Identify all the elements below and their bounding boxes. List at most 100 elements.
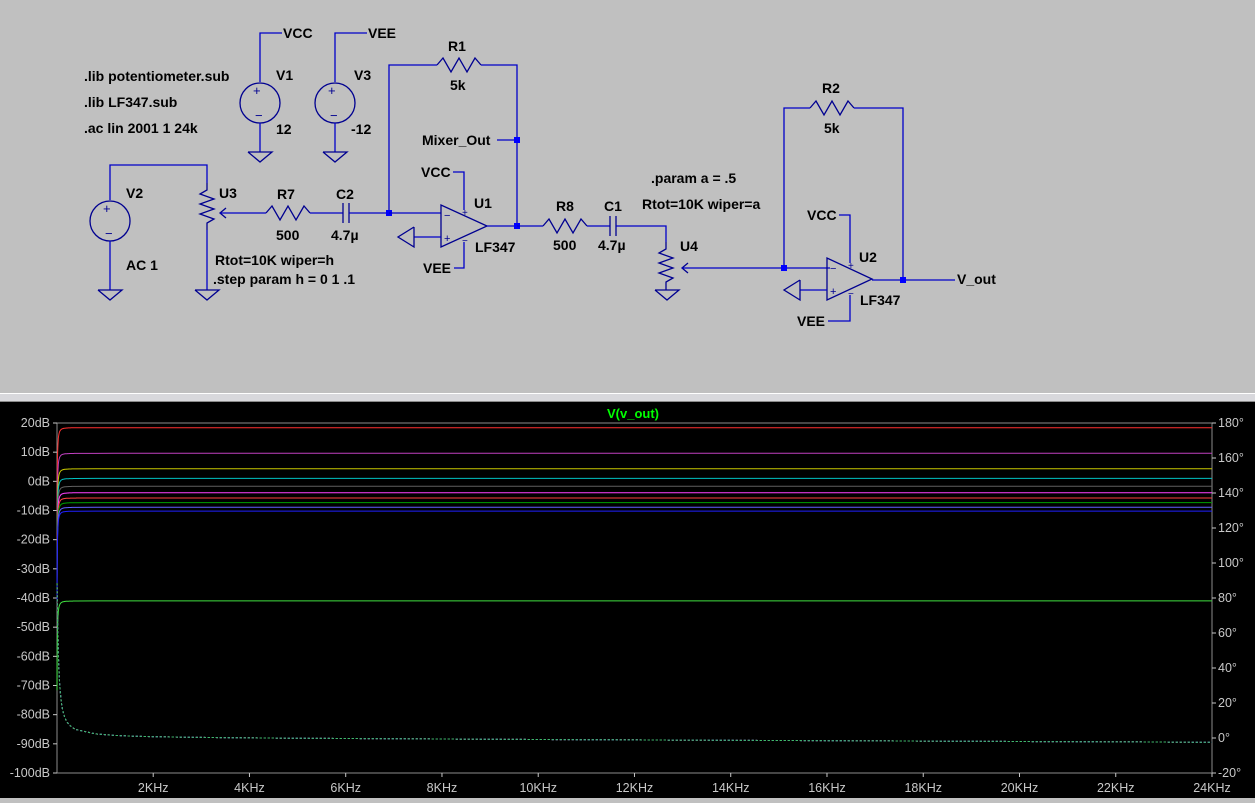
param-a-directive[interactable]: .param a = .5 <box>651 170 736 186</box>
plot-frame <box>56 422 1213 774</box>
u3-name: U3 <box>219 185 237 201</box>
x-tick-label: 18KHz <box>904 781 942 795</box>
pane-splitter[interactable] <box>0 393 1255 402</box>
step-directive[interactable]: .step param h = 0 1 .1 <box>213 271 355 287</box>
waveform-viewer[interactable]: V(v_out) 20dB 10dB 0dB -10dB -20dB -30dB -40dB… <box>0 402 1255 798</box>
magnitude-trace <box>56 600 1212 691</box>
r7-value: 500 <box>276 227 300 243</box>
y-tick-label: -40dB <box>17 591 50 605</box>
x-tick-label: 24KHz <box>1193 781 1231 795</box>
directive-ac[interactable]: .ac lin 2001 1 24k <box>84 120 198 136</box>
c2-name: C2 <box>336 186 354 202</box>
net-label-vee: VEE <box>368 25 396 41</box>
c1-value: 4.7µ <box>598 237 626 253</box>
x-tick-label: 16KHz <box>808 781 846 795</box>
net-mixer-out[interactable]: Mixer_Out <box>422 132 520 148</box>
y2-tick-label: -20° <box>1218 766 1241 780</box>
y2-tick-label: 20° <box>1218 696 1237 710</box>
r8-value: 500 <box>553 237 577 253</box>
plus-sign-icon: + <box>253 83 261 98</box>
magnitude-trace <box>56 510 1212 601</box>
voltage-source-v2[interactable]: + − V2 AC 1 <box>89 164 208 301</box>
y-tick-label: 0dB <box>28 474 50 488</box>
y2-tick-label: 120° <box>1218 521 1244 535</box>
plus-sign-icon: + <box>328 83 336 98</box>
r2-value: 5k <box>824 120 840 136</box>
phase-trace <box>56 583 1212 743</box>
u4-param[interactable]: Rtot=10K wiper=a <box>642 196 760 212</box>
directive-lib-potentiometer[interactable]: .lib potentiometer.sub <box>84 68 229 84</box>
svg-text:+: + <box>462 208 468 219</box>
v1-value: 12 <box>276 121 292 137</box>
x-tick-label: 14KHz <box>712 781 750 795</box>
u3-param[interactable]: Rtot=10K wiper=h <box>215 252 334 268</box>
phase-trace <box>56 583 1212 743</box>
resistor-r8[interactable]: R8 500 <box>517 198 610 253</box>
x-tick-label: 4KHz <box>234 781 265 795</box>
voltage-source-v3[interactable]: VEE + − V3 -12 <box>314 25 396 163</box>
directive-lib-lf347[interactable]: .lib LF347.sub <box>84 94 177 110</box>
magnitude-trace <box>56 506 1212 597</box>
y-tick-label: -60dB <box>17 649 50 663</box>
phase-trace <box>56 583 1212 743</box>
opamp-u1[interactable]: − + + − VCC VEE U1 LF347 <box>389 164 520 276</box>
v3-name: V3 <box>354 67 371 83</box>
v3-value: -12 <box>351 121 371 137</box>
schematic-canvas[interactable]: .lib potentiometer.sub .lib LF347.sub .a… <box>0 0 1255 393</box>
phase-trace <box>56 583 1212 743</box>
x-tick-label: 2KHz <box>138 781 169 795</box>
u1-vcc: VCC <box>421 164 451 180</box>
u2-vcc: VCC <box>807 207 837 223</box>
magnitude-trace <box>56 492 1212 583</box>
junction-dot <box>781 265 787 271</box>
u2-name: U2 <box>859 249 877 265</box>
x-tick-label: 22KHz <box>1097 781 1135 795</box>
capacitor-c2[interactable]: C2 4.7µ <box>331 186 389 243</box>
phase-trace <box>56 583 1212 743</box>
y2-tick-label: 40° <box>1218 661 1237 675</box>
svg-text:+: + <box>848 261 854 272</box>
v1-name: V1 <box>276 67 293 83</box>
plot-canvas[interactable]: V(v_out) 20dB 10dB 0dB -10dB -20dB -30dB -40dB… <box>0 402 1255 798</box>
y-tick-label: -10dB <box>17 504 50 518</box>
magnitude-trace <box>56 468 1212 559</box>
plus-sign-icon: + <box>103 201 111 216</box>
trace-label[interactable]: V(v_out) <box>607 406 659 421</box>
y-tick-label: -50dB <box>17 620 50 634</box>
magnitude-trace <box>56 485 1212 576</box>
y2-tick-label: 0° <box>1218 731 1230 745</box>
x-tick-label: 20KHz <box>1001 781 1039 795</box>
svg-text:+: + <box>830 286 836 298</box>
r2-name: R2 <box>822 80 840 96</box>
voltage-source-v1[interactable]: VCC + − V1 12 <box>239 25 313 163</box>
y-tick-label: -20dB <box>17 533 50 547</box>
phase-trace <box>56 583 1212 743</box>
y-tick-label: 10dB <box>21 445 50 459</box>
minus-sign-icon: − <box>255 108 263 123</box>
u1-vee: VEE <box>423 260 451 276</box>
magnitude-trace <box>56 477 1212 568</box>
schematic-editor[interactable]: .lib potentiometer.sub .lib LF347.sub .a… <box>0 0 1255 393</box>
c2-value: 4.7µ <box>331 227 359 243</box>
resistor-r2[interactable]: R2 5k <box>783 80 904 280</box>
y2-tick-label: 80° <box>1218 591 1237 605</box>
x-tick-label: 8KHz <box>427 781 458 795</box>
y2-tick-label: 160° <box>1218 451 1244 465</box>
y-tick-label: -70dB <box>17 679 50 693</box>
r8-name: R8 <box>556 198 574 214</box>
junction-dot <box>514 137 520 143</box>
v-out-label[interactable]: V_out <box>957 271 996 287</box>
magnitude-trace <box>56 502 1212 593</box>
y2-tick-label: 60° <box>1218 626 1237 640</box>
y2-tick-label: 180° <box>1218 416 1244 430</box>
spice-directives[interactable]: .lib potentiometer.sub .lib LF347.sub .a… <box>84 68 229 136</box>
phase-trace <box>56 583 1212 743</box>
mixer-out-label: Mixer_Out <box>422 132 491 148</box>
svg-text:−: − <box>462 236 468 247</box>
svg-text:−: − <box>830 263 836 275</box>
x-tick-label: 12KHz <box>616 781 654 795</box>
potentiometer-u4[interactable]: U4 <box>654 238 830 301</box>
plot-traces[interactable] <box>56 427 1212 743</box>
y-tick-label: -90dB <box>17 737 50 751</box>
junction-dot <box>900 277 906 283</box>
